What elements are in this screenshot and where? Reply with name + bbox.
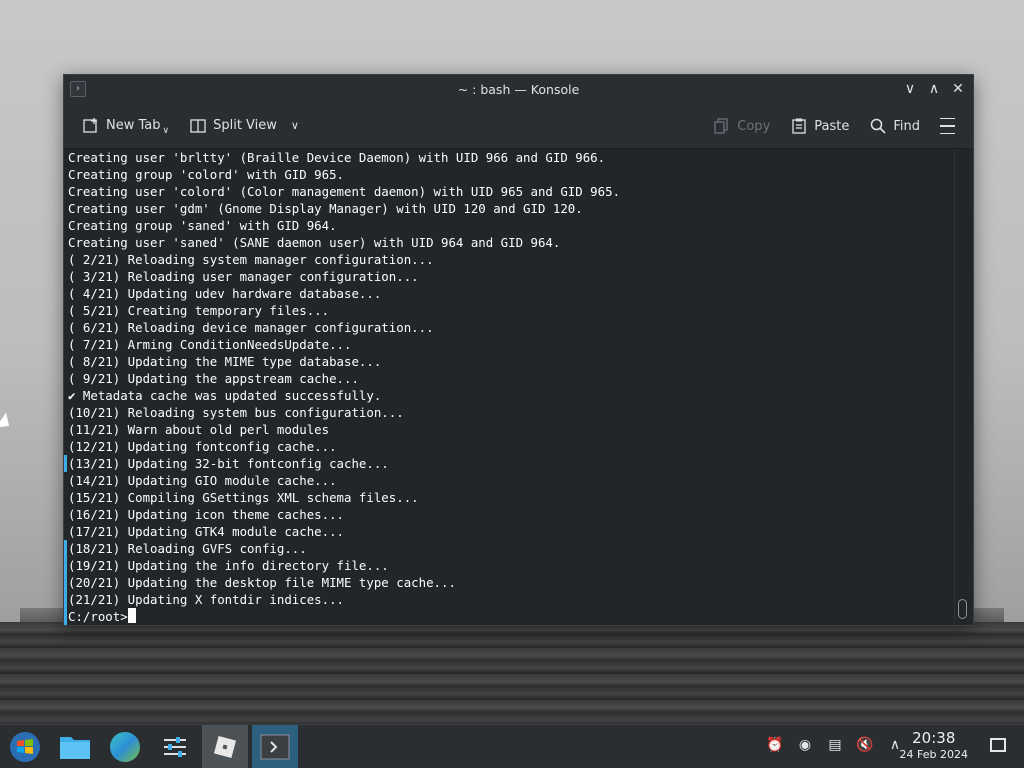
terminal-line: Creating user 'brltty' (Braille Device D… — [68, 150, 606, 165]
clock-date: 24 Feb 2024 — [899, 748, 968, 761]
terminal-line: ( 7/21) Arming ConditionNeedsUpdate... — [68, 337, 352, 352]
konsole-window: › ~ : bash — Konsole ∨ ∧ ✕ New Tab ∨ Spl… — [63, 74, 974, 626]
terminal-prompt-line[interactable]: C:/root> — [68, 608, 951, 625]
toolbar-right-group: Copy Paste Find — [707, 111, 961, 141]
terminal-line: (13/21) Updating 32-bit fontconfig cache… — [68, 456, 389, 471]
find-button[interactable]: Find — [863, 111, 926, 141]
window-title: ~ : bash — Konsole — [457, 81, 580, 97]
paste-button[interactable]: Paste — [784, 111, 855, 141]
find-label: Find — [893, 118, 920, 134]
split-view-dropdown-icon: ∨ — [290, 119, 299, 132]
browser-button[interactable] — [102, 725, 148, 768]
terminal-line: ( 6/21) Reloading device manager configu… — [68, 320, 434, 335]
copy-icon — [713, 117, 731, 135]
mouse-pointer-icon — [0, 412, 15, 434]
copy-label: Copy — [737, 118, 771, 134]
terminal-line: Creating group 'saned' with GID 964. — [68, 218, 337, 233]
terminal-prompt: C:/root> — [68, 609, 128, 624]
clock-time: 20:38 — [912, 729, 956, 747]
konsole-taskbar-button[interactable] — [252, 724, 298, 768]
split-view-button[interactable]: Split View ∨ — [183, 111, 305, 141]
terminal-line: ( 9/21) Updating the appstream cache... — [68, 371, 359, 386]
start-menu-button[interactable] — [2, 725, 48, 768]
search-icon — [869, 117, 887, 135]
window-titlebar[interactable]: › ~ : bash — Konsole ∨ ∧ ✕ — [64, 75, 973, 103]
terminal-line: (17/21) Updating GTK4 module cache... — [68, 524, 345, 539]
minimize-icon[interactable]: ∨ — [901, 79, 919, 99]
copy-button[interactable]: Copy — [707, 111, 776, 141]
file-manager-button[interactable] — [52, 725, 98, 768]
terminal-line: ( 4/21) Updating udev hardware database.… — [68, 286, 382, 301]
terminal-line: (16/21) Updating icon theme caches... — [68, 507, 345, 522]
notifications-icon[interactable]: ⏰ — [766, 735, 784, 755]
volume-muted-icon[interactable]: 🔇 — [856, 735, 874, 755]
konsole-toolbar: New Tab ∨ Split View ∨ Copy Paste Find — [64, 103, 973, 149]
system-settings-icon — [164, 736, 186, 757]
browser-icon — [110, 731, 140, 762]
terminal-line: ✔ Metadata cache was updated successfull… — [68, 388, 382, 403]
start-menu-icon — [10, 731, 40, 762]
hamburger-menu-icon-bar — [940, 118, 955, 120]
updates-icon[interactable]: ◉ — [796, 735, 814, 755]
terminal-line: ( 2/21) Reloading system manager configu… — [68, 252, 434, 267]
new-tab-label: New Tab — [106, 118, 161, 133]
terminal-scroll-marker — [64, 540, 67, 625]
file-manager-icon — [60, 736, 90, 759]
text-cursor — [127, 608, 136, 623]
terminal-line: (11/21) Warn about old perl modules — [68, 422, 330, 437]
hamburger-menu-icon-bar — [940, 125, 955, 127]
terminal-line: Creating group 'colord' with GID 965. — [68, 167, 345, 182]
wallpaper-deck — [0, 622, 1024, 728]
roblox-button[interactable] — [202, 724, 248, 768]
new-tab-icon — [82, 117, 100, 135]
terminal-line: (21/21) Updating X fontdir indices... — [68, 592, 345, 607]
terminal-view[interactable]: Creating user 'brltty' (Braille Device D… — [64, 149, 973, 625]
terminal-line: Creating user 'saned' (SANE daemon user)… — [68, 235, 561, 250]
scrollbar-thumb[interactable] — [958, 599, 967, 619]
terminal-line: (10/21) Reloading system bus configurati… — [68, 405, 404, 420]
terminal-line: ( 3/21) Reloading user manager configura… — [68, 269, 419, 284]
terminal-line: (14/21) Updating GIO module cache... — [68, 473, 337, 488]
paste-label: Paste — [814, 118, 850, 134]
terminal-line: (20/21) Updating the desktop file MIME t… — [68, 575, 456, 590]
split-view-label: Split View — [213, 118, 277, 133]
window-controls: ∨ ∧ ✕ — [901, 79, 967, 99]
maximize-icon[interactable]: ∧ — [925, 79, 943, 99]
terminal-line: Creating user 'gdm' (Gnome Display Manag… — [68, 201, 583, 216]
show-desktop-button[interactable] — [990, 738, 1006, 752]
terminal-line: (15/21) Compiling GSettings XML schema f… — [68, 490, 419, 505]
konsole-app-icon[interactable]: › — [70, 81, 86, 97]
split-view-icon — [189, 117, 207, 135]
terminal-line: Creating user 'colord' (Color management… — [68, 184, 621, 199]
terminal-line: ( 5/21) Creating temporary files... — [68, 303, 330, 318]
terminal-scrollbar[interactable] — [954, 149, 970, 625]
terminal-line: (19/21) Updating the info directory file… — [68, 558, 389, 573]
terminal-line: (18/21) Reloading GVFS config... — [68, 541, 307, 556]
close-icon[interactable]: ✕ — [949, 79, 967, 99]
system-tray: ⏰ ◉ ▤ 🔇 ∧ — [766, 735, 904, 755]
terminal-line: ( 8/21) Updating the MIME type database.… — [68, 354, 382, 369]
konsole-icon — [260, 734, 290, 759]
terminal-output: Creating user 'brltty' (Braille Device D… — [68, 149, 951, 625]
paste-icon — [790, 117, 808, 135]
digital-clock[interactable]: 20:38 24 Feb 2024 — [900, 729, 968, 762]
taskbar: ⏰ ◉ ▤ 🔇 ∧ 20:38 24 Feb 2024 — [0, 724, 1024, 768]
terminal-scroll-marker — [64, 455, 67, 472]
terminal-line: (12/21) Updating fontconfig cache... — [68, 439, 337, 454]
new-tab-button[interactable]: New Tab ∨ — [76, 111, 175, 141]
hamburger-menu-button[interactable] — [934, 111, 961, 141]
system-settings-button[interactable] — [152, 725, 198, 768]
roblox-icon — [213, 735, 237, 758]
new-tab-dropdown-icon: ∨ — [162, 125, 170, 136]
hamburger-menu-icon-bar — [940, 132, 955, 134]
clipboard-icon[interactable]: ▤ — [826, 735, 844, 755]
